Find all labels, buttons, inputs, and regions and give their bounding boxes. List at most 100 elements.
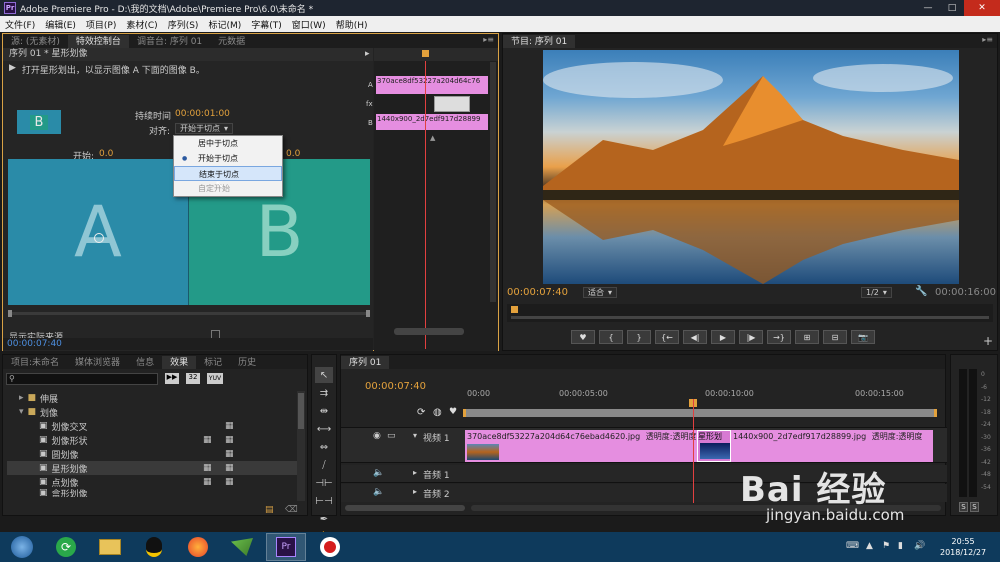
fit-dropdown[interactable]: 适合 ▾ xyxy=(583,287,618,298)
taskbar-ie[interactable]: ⟳ xyxy=(46,533,86,561)
work-area-bar[interactable] xyxy=(463,409,937,417)
mini-transition[interactable] xyxy=(434,96,470,112)
taskbar-explorer[interactable] xyxy=(90,533,130,561)
tray-flag-icon[interactable]: ⚑ xyxy=(882,541,890,551)
go-to-out-button[interactable]: →} xyxy=(767,330,791,344)
tab-audio-mixer[interactable]: 调音台: 序列 01 xyxy=(129,35,210,48)
expand-track-icon[interactable]: ▾ xyxy=(413,431,417,440)
tab-media-browser[interactable]: 媒体浏览器 xyxy=(67,356,128,369)
tab-metadata[interactable]: 元数据 xyxy=(210,35,253,48)
resolution-dropdown[interactable]: 1/2 ▾ xyxy=(861,287,892,298)
minimize-button[interactable]: — xyxy=(916,0,940,16)
tray-show-hidden-icon[interactable]: ▲ xyxy=(866,541,873,551)
yuv-effects-icon[interactable]: YUV xyxy=(207,373,223,384)
tab-effect-controls[interactable]: 特效控制台 xyxy=(67,35,129,48)
duration-value[interactable]: 00:00:01:00 xyxy=(175,109,230,119)
program-timecode[interactable]: 00:00:07:40 xyxy=(507,287,568,298)
menu-project[interactable]: 项目(P) xyxy=(81,18,121,31)
align-menu-start[interactable]: 开始于切点 xyxy=(174,151,282,166)
program-menu-icon[interactable]: ▸≡ xyxy=(982,35,993,44)
mini-vscroll[interactable] xyxy=(490,62,496,302)
export-frame-button[interactable]: 📷 xyxy=(851,330,875,344)
track-select-tool-icon[interactable]: ⇉ xyxy=(315,385,333,401)
timeline-timecode[interactable]: 00:00:07:40 xyxy=(365,381,426,392)
effects-search-input[interactable]: ⚲ xyxy=(6,373,158,385)
menu-window[interactable]: 窗口(W) xyxy=(287,18,331,31)
play-transition-icon[interactable]: ▶ xyxy=(9,63,16,76)
header-arrow-icon[interactable]: ▸ xyxy=(365,49,370,59)
taskbar-firefox[interactable] xyxy=(178,533,218,561)
tab-info[interactable]: 信息 xyxy=(128,356,162,369)
menu-help[interactable]: 帮助(H) xyxy=(331,18,373,31)
taskbar-premiere[interactable]: Pr xyxy=(266,533,306,561)
end-value[interactable]: 0.0 xyxy=(286,149,300,159)
eye-icon[interactable]: ◉ xyxy=(373,431,381,441)
menu-clip[interactable]: 素材(C) xyxy=(121,18,162,31)
menu-sequence[interactable]: 序列(S) xyxy=(163,18,204,31)
align-dropdown[interactable]: 开始于切点 ▾ xyxy=(175,123,234,134)
zoom-slider[interactable] xyxy=(345,505,465,511)
selection-tool-icon[interactable]: ↖ xyxy=(315,367,333,383)
expand-audio-2-icon[interactable]: ▸ xyxy=(413,487,417,496)
close-button[interactable]: ✕ xyxy=(964,0,1000,16)
tab-project[interactable]: 项目:未命名 xyxy=(3,356,67,369)
speaker-icon[interactable]: 🔈 xyxy=(373,487,384,497)
rolling-edit-tool-icon[interactable]: ⟷ xyxy=(315,421,333,437)
marker-button[interactable]: ♥ xyxy=(571,330,595,344)
tray-network-icon[interactable]: ▮ xyxy=(898,541,903,551)
taskbar-qq[interactable] xyxy=(134,533,174,561)
tray-volume-icon[interactable]: 🔊 xyxy=(914,541,925,551)
tree-effect-iris-points[interactable]: ▣ 点划像 ▦ ▦ xyxy=(7,475,297,489)
tray-keyboard-icon[interactable]: ⌨ xyxy=(846,541,859,551)
step-forward-button[interactable]: |▶ xyxy=(739,330,763,344)
maximize-button[interactable]: □ xyxy=(940,0,964,16)
effect-timecode[interactable]: 00:00:07:40 xyxy=(7,339,62,349)
wrench-icon[interactable]: 🔧 xyxy=(915,286,927,297)
tree-folder-stretch[interactable]: ▸ ■ 伸展 xyxy=(7,391,297,405)
pen-tool-icon[interactable]: ✒ xyxy=(315,511,333,527)
razor-tool-icon[interactable]: ⧸ xyxy=(315,457,333,473)
mark-out-button[interactable]: } xyxy=(627,330,651,344)
tree-effect-iris-cross[interactable]: ▣ 划像交叉 ▦ xyxy=(7,419,297,433)
start-handle[interactable] xyxy=(94,233,104,243)
marker-icon[interactable]: ♥ xyxy=(449,407,457,417)
play-button[interactable]: ▶ xyxy=(711,330,735,344)
mini-scrollbar[interactable] xyxy=(394,328,464,335)
tree-effect-iris-round[interactable]: ▣ 圆划像 ▦ xyxy=(7,447,297,461)
clip-1[interactable]: 370ace8df53227a204d64c76ebad4620.jpg 透明度… xyxy=(465,430,697,462)
snap-icon[interactable]: ⟳ xyxy=(417,407,425,418)
align-menu-end[interactable]: 结束于切点 xyxy=(174,166,282,181)
ripple-edit-tool-icon[interactable]: ⇹ xyxy=(315,403,333,419)
step-back-button[interactable]: ◀| xyxy=(683,330,707,344)
tab-history[interactable]: 历史 xyxy=(230,356,264,369)
32bit-effects-icon[interactable]: 32 xyxy=(186,373,200,384)
menu-edit[interactable]: 编辑(E) xyxy=(40,18,81,31)
extract-button[interactable]: ⊟ xyxy=(823,330,847,344)
add-button-icon[interactable]: + xyxy=(983,334,993,348)
tab-markers[interactable]: 标记 xyxy=(196,356,230,369)
speaker-icon[interactable]: 🔈 xyxy=(373,468,384,478)
new-bin-icon[interactable]: ▤ xyxy=(265,505,274,515)
accelerated-effects-icon[interactable]: ▶▶ xyxy=(165,373,179,384)
mini-playhead-icon[interactable] xyxy=(422,50,429,57)
slip-tool-icon[interactable]: ⊣⊢ xyxy=(315,475,333,491)
transition-clip[interactable]: 星形划 xyxy=(697,430,731,462)
menu-marker[interactable]: 标记(M) xyxy=(203,18,246,31)
lock-icon[interactable]: ▭ xyxy=(387,431,396,441)
add-marker-icon[interactable]: ◍ xyxy=(433,407,442,418)
program-scrubber[interactable] xyxy=(507,304,993,322)
tray-clock[interactable]: 20:55 2018/12/27 xyxy=(940,536,986,558)
taskbar-camtasia[interactable] xyxy=(222,533,262,561)
taskbar-recorder[interactable] xyxy=(310,533,350,561)
lift-button[interactable]: ⊞ xyxy=(795,330,819,344)
start-button[interactable] xyxy=(2,533,42,561)
mark-in-button[interactable]: { xyxy=(599,330,623,344)
tree-effect-iris-box[interactable]: ▣ 盒形划像 xyxy=(7,489,297,497)
align-menu-center[interactable]: 居中于切点 xyxy=(174,136,282,151)
go-to-in-button[interactable]: {← xyxy=(655,330,679,344)
mini-clip-a[interactable]: 370ace8df53227a204d64c76 xyxy=(376,76,488,94)
menu-title[interactable]: 字幕(T) xyxy=(246,18,287,31)
tree-effect-iris-star[interactable]: ▣ 星形划像 ▦ ▦ xyxy=(7,461,297,475)
solo-right-button[interactable]: S xyxy=(970,502,979,512)
preview-slider[interactable] xyxy=(8,310,370,317)
